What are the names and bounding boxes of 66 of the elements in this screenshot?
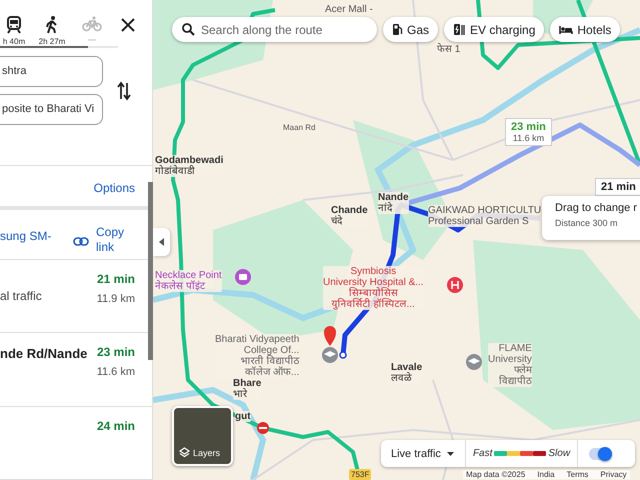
- fuel-pump-icon: [392, 23, 403, 36]
- college-label: FLAME University फ्लेम विद्यापीठ: [488, 343, 532, 387]
- travel-time: 2h 27m: [38, 37, 66, 46]
- traffic-toggle[interactable]: [589, 448, 612, 460]
- layers-button[interactable]: Layers: [172, 406, 233, 466]
- route-distance: 11.9 km: [96, 292, 135, 305]
- close-icon[interactable]: [121, 18, 135, 32]
- drag-tooltip: Drag to change r Distance 300 m: [542, 196, 640, 240]
- hospital-label: Symbiosis University Hospital &... सिम्बायोसिस युनिवर्सिटी हॉस्पिटल...: [323, 266, 424, 310]
- place-label: Chande चंदे: [331, 205, 368, 227]
- collapse-panel-button[interactable]: [153, 228, 170, 256]
- walking-person-icon[interactable]: [45, 16, 59, 34]
- route-time: 23 min: [96, 345, 135, 360]
- fast-label: Fast: [472, 448, 492, 459]
- road-label: Maan Rd: [283, 122, 316, 133]
- attraction-label: Necklace Point नेकलेस पॉइंट: [155, 270, 222, 292]
- place-label: Godambewadi गोडांबेवाडी: [155, 155, 224, 177]
- search-icon: [182, 23, 195, 36]
- map-footer-link[interactable]: Terms: [566, 470, 588, 479]
- route-time-callout[interactable]: 21 min: [595, 178, 640, 196]
- route-title: nde Rd/Nande: [0, 346, 88, 362]
- place-label: Lavale लवळे: [391, 362, 422, 384]
- destination-pin-icon: [324, 326, 336, 346]
- route-start-point: [339, 351, 347, 359]
- caret-down-icon: [446, 452, 454, 456]
- hospital-icon: [447, 277, 463, 293]
- route-option[interactable]: 24 min: [0, 406, 152, 480]
- road-closed-icon: [257, 422, 269, 434]
- map-footer-link: Map data ©2025: [466, 470, 526, 479]
- area-label: Acer Mall -: [325, 4, 373, 15]
- route-time: 24 min: [96, 418, 135, 433]
- bed-icon: [559, 24, 574, 34]
- layers-icon: [179, 447, 190, 458]
- route-distance: 11.6 km: [96, 366, 135, 378]
- highway-shield: 753F: [349, 469, 372, 480]
- travel-time: —: [88, 35, 96, 44]
- send-to-device-link[interactable]: sung SM-: [0, 229, 72, 244]
- scrollbar-thumb[interactable]: [148, 182, 153, 360]
- ev-charger-icon: [453, 23, 466, 36]
- route-time-callout[interactable]: 23 min 11.6 km: [505, 118, 552, 146]
- area-label: GAIKWAD HORTICULTU Professional Garden S: [428, 205, 542, 227]
- route-description: al traffic: [0, 288, 42, 303]
- caret-left-icon: [159, 238, 164, 246]
- live-traffic-dropdown[interactable]: Live traffic: [387, 448, 458, 460]
- map-footer-link[interactable]: India: [537, 470, 555, 479]
- college-label: Bharati Vidyapeeth College Of... भारती विद्यापीठ कॉलेज ऑफ...: [215, 334, 300, 378]
- swap-icon[interactable]: [117, 80, 131, 101]
- route-time: 21 min: [96, 272, 135, 286]
- filter-chip[interactable]: Gas: [383, 17, 438, 42]
- destination-field[interactable]: posite to Bharati Vi: [0, 94, 103, 126]
- origin-field[interactable]: shtra: [0, 56, 103, 88]
- map-footer-link[interactable]: Privacy: [600, 470, 627, 479]
- search-field[interactable]: Search along the route: [172, 17, 377, 42]
- slow-label: Slow: [548, 448, 570, 459]
- options-link[interactable]: Options: [94, 180, 135, 206]
- area-label: फेस 1: [437, 44, 460, 55]
- place-label: gut: [235, 411, 251, 422]
- link-icon[interactable]: [73, 236, 89, 246]
- filter-chip[interactable]: EV charging: [444, 17, 544, 42]
- place-label: Bhare भारे: [233, 378, 262, 400]
- filter-chip[interactable]: Hotels: [550, 17, 620, 42]
- copy-link[interactable]: Copy link: [96, 224, 130, 255]
- map[interactable]: [153, 0, 640, 480]
- train-icon[interactable]: [6, 16, 22, 34]
- travel-time: h 40m: [2, 37, 26, 46]
- place-label: Nande नांदे: [378, 192, 409, 214]
